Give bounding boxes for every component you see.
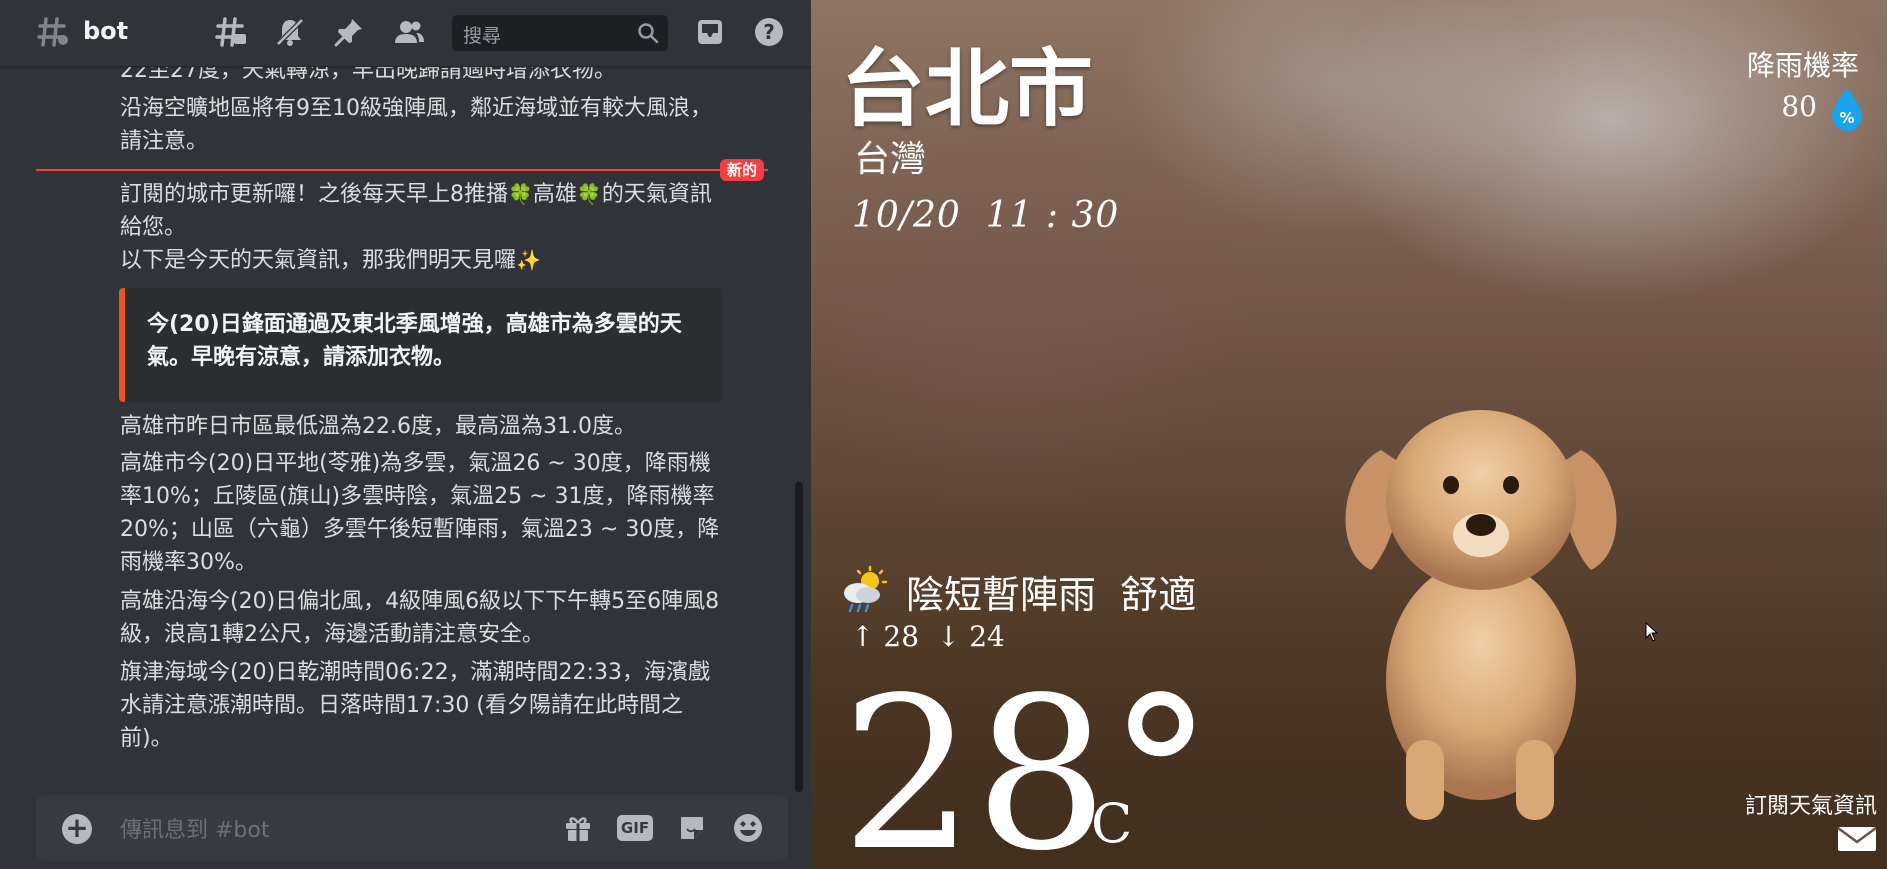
high-temp: 28 (883, 620, 920, 653)
search-icon (630, 15, 666, 51)
sparkles-emoji: ✨ (516, 248, 541, 272)
new-messages-divider (36, 169, 768, 171)
gif-label: GIF (617, 815, 653, 841)
mute-bell-icon[interactable] (272, 14, 308, 50)
low-temp: 24 (969, 620, 1005, 653)
weather-datetime: 10/20 11 : 30 (852, 195, 1119, 236)
rain-probability-title: 降雨機率 (1746, 49, 1859, 82)
temperature-range: ↑ 28 ↓ 24 (851, 620, 1005, 653)
help-icon[interactable]: ? (751, 14, 787, 50)
weather-time: 11 : 30 (985, 195, 1120, 236)
search-placeholder: 搜尋 (463, 25, 502, 47)
emoji-icon[interactable] (730, 810, 766, 846)
clover-emoji: 🍀 (508, 182, 533, 206)
message-text: 沿海空曠地區將有9至10級強陣風，鄰近海域並有較大風浪，請注意。 (120, 96, 712, 154)
weather-city: 台北市 (841, 40, 1094, 138)
weather-condition: 陰短暫陣雨 舒適 (906, 564, 1196, 619)
mouse-cursor-icon (1645, 622, 1659, 642)
message-subscription: 訂閱的城市更新囉！之後每天早上8推播🍀高雄🍀的天氣資訊給您。 (120, 178, 720, 244)
embed-quote: 今(20)日鋒面通過及東北季風增強，高雄市為多雲的天氣。早晚有涼意，請添加衣物。 (119, 288, 722, 402)
rain-probability-value: 80 (1781, 90, 1817, 123)
weather-date: 10/20 (852, 195, 961, 236)
subscribe-label[interactable]: 訂閱天氣資訊 (1745, 788, 1877, 820)
message-composer[interactable]: + 傳訊息到 #bot GIF (36, 795, 788, 861)
message-text: 高雄市今(20)日平地(苓雅)為多雲，氣溫26 ~ 30度，降雨機率10%；丘陵… (120, 451, 720, 575)
message-text: 旗津海域今(20)日乾潮時間06:22，滿潮時間22:33，海濱戲水請注意漲潮時… (120, 660, 710, 751)
message-text: 22至27度，天氣轉涼，早出晚歸請適時增添衣物。 (120, 66, 616, 83)
current-temperature: 28° (841, 652, 1214, 869)
members-icon[interactable] (391, 14, 427, 50)
condition-text: 陰短暫陣雨 (906, 573, 1097, 617)
message-text: 高雄市昨日市區最低溫為22.6度，最高溫為31.0度。 (120, 414, 636, 439)
threads-icon[interactable] (213, 14, 249, 50)
channel-header: bot 搜尋 ? (0, 0, 811, 67)
message-list[interactable]: 22至27度，天氣轉涼，早出晚歸請適時增添衣物。 沿海空曠地區將有9至10級強陣… (0, 66, 800, 788)
svg-text:?: ? (763, 20, 775, 44)
scrollbar[interactable] (795, 482, 803, 792)
message-text: 高雄沿海今(20)日偏北風，4級陣風6級以下下午轉5至6陣風8級，浪高1轉2公尺… (120, 589, 720, 647)
weather-widget: 台北市 台灣 10/20 11 : 30 降雨機率 80 % 陰短暫陣雨 舒適 … (811, 0, 1887, 869)
puppy-photo (1345, 410, 1617, 820)
message-subscription-line2: 以下是今天的天氣資訊，那我們明天見囉✨ (120, 244, 720, 277)
mail-icon[interactable] (1837, 826, 1877, 852)
channel-name: bot (83, 17, 129, 45)
gif-button[interactable]: GIF (617, 810, 653, 846)
discord-panel: bot 搜尋 ? 22至27度，天氣轉涼，早出晚歸請適時增添衣物。 沿海空曠地區… (0, 0, 811, 869)
rain-drop-icon: % (1832, 88, 1862, 131)
inbox-icon[interactable] (692, 14, 728, 50)
message-city: 高雄 (532, 182, 577, 207)
channel-thread-hash-icon (36, 15, 70, 53)
temperature-unit: C (1091, 792, 1133, 855)
clover-emoji: 🍀 (576, 182, 602, 206)
arrow-down-icon: ↓ (936, 620, 961, 653)
weather-country: 台灣 (854, 139, 927, 180)
attach-plus-icon[interactable]: + (62, 814, 92, 844)
sticker-icon[interactable] (674, 810, 710, 846)
gift-icon[interactable] (560, 810, 596, 846)
rain-unit: % (1839, 109, 1854, 127)
search-input[interactable]: 搜尋 (452, 15, 668, 51)
arrow-up-icon: ↑ (851, 620, 875, 653)
embed-quote-text: 今(20)日鋒面通過及東北季風增強，高雄市為多雲的天氣。早晚有涼意，請添加衣物。 (147, 312, 682, 370)
message-text: 訂閱的城市更新囉！之後每天早上8推播 (120, 182, 508, 207)
message-input[interactable]: 傳訊息到 #bot (120, 812, 269, 844)
comfort-text: 舒適 (1120, 573, 1197, 617)
message-text: 以下是今天的天氣資訊，那我們明天見囉 (120, 248, 517, 273)
pin-icon[interactable] (331, 14, 367, 50)
new-messages-badge: 新的 (720, 159, 765, 181)
rain-cloud-sun-icon (844, 565, 888, 613)
